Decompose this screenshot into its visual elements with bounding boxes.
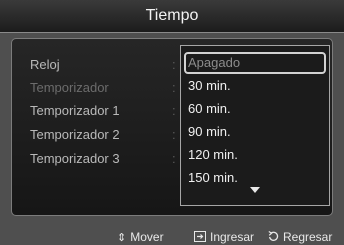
separator-colon: : (172, 57, 176, 72)
dropdown-option-60[interactable]: 60 min. (187, 98, 325, 120)
dropdown-option-90[interactable]: 90 min. (187, 121, 325, 143)
menu-title: Tiempo (0, 0, 344, 33)
tv-osd-screen: Tiempo Reloj : Temporizador : Temporizad… (0, 0, 344, 245)
scroll-down-arrow-icon[interactable] (250, 187, 260, 193)
dropdown-option-150[interactable]: 150 min. (187, 167, 325, 189)
separator-colon: : (172, 103, 176, 118)
separator-colon: : (172, 127, 176, 142)
return-icon (268, 230, 279, 244)
menu-item-temporizador: Temporizador (30, 80, 109, 95)
footer-enter: Ingresar (194, 230, 254, 244)
timer-dropdown-list[interactable]: Apagado 30 min. 60 min. 90 min. 120 min.… (180, 45, 330, 206)
footer-hint-bar: ⇕ Mover Ingresar Regresar (0, 228, 344, 245)
enter-icon (194, 231, 206, 244)
menu-item-temporizador-2[interactable]: Temporizador 2 (30, 127, 120, 142)
dropdown-option-30[interactable]: 30 min. (187, 75, 325, 97)
footer-return: Regresar (268, 230, 332, 244)
menu-item-temporizador-3[interactable]: Temporizador 3 (30, 151, 120, 166)
menu-item-reloj[interactable]: Reloj (30, 57, 60, 72)
dropdown-option-apagado[interactable]: Apagado (184, 52, 326, 74)
separator-colon: : (172, 151, 176, 166)
footer-move: ⇕ Mover (117, 230, 164, 244)
up-down-arrows-icon: ⇕ (117, 232, 127, 244)
menu-item-temporizador-1[interactable]: Temporizador 1 (30, 103, 120, 118)
separator-colon: : (172, 80, 176, 95)
dropdown-option-120[interactable]: 120 min. (187, 144, 325, 166)
